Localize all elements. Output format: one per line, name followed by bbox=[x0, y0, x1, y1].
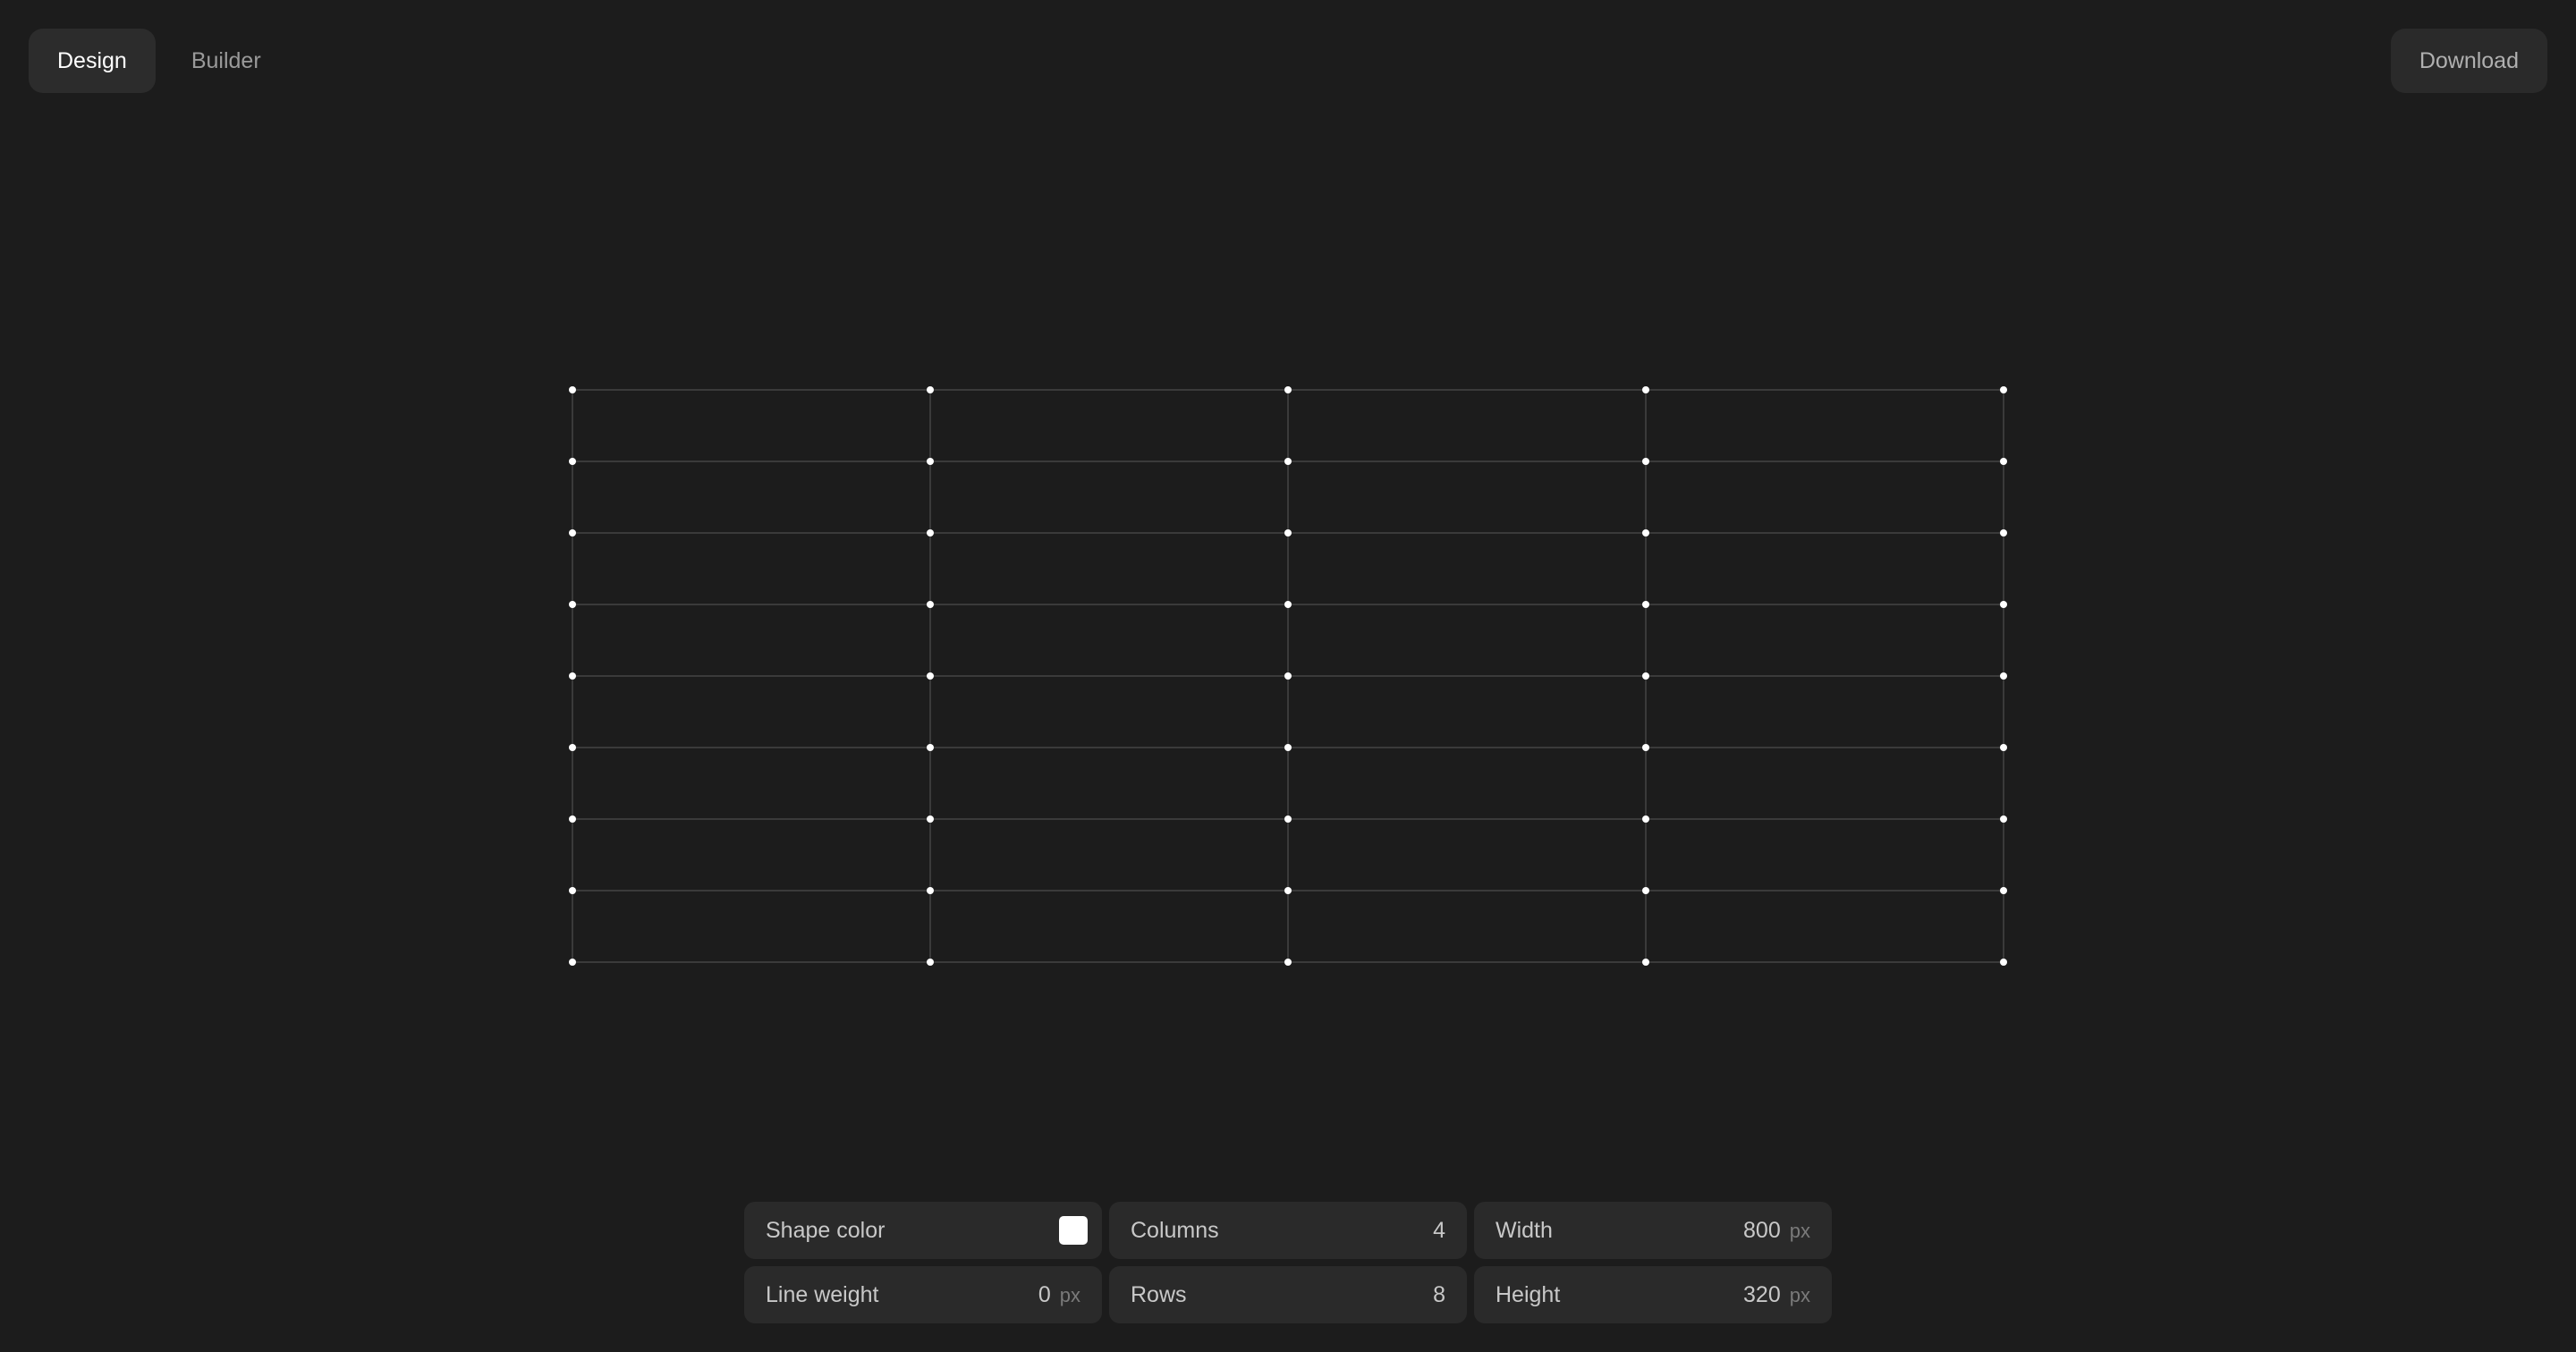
grid-node bbox=[2000, 744, 2007, 751]
grid-node bbox=[927, 815, 934, 823]
height-value[interactable]: 320 bbox=[1743, 1282, 1781, 1308]
width-label: Width bbox=[1496, 1217, 1553, 1243]
line-weight-label: Line weight bbox=[766, 1281, 879, 1307]
grid-node bbox=[2000, 601, 2007, 608]
grid-node bbox=[927, 529, 934, 537]
width-value[interactable]: 800 bbox=[1743, 1218, 1781, 1244]
rows-control[interactable]: Rows 8 bbox=[1109, 1266, 1467, 1323]
grid-node bbox=[1642, 601, 1649, 608]
app-root: Design Builder Download Shape color Colu… bbox=[0, 0, 2576, 1352]
height-value-wrap: 320 px bbox=[1743, 1282, 1810, 1308]
columns-value[interactable]: 4 bbox=[1433, 1218, 1445, 1244]
shape-color-swatch[interactable] bbox=[1059, 1216, 1088, 1245]
tab-design[interactable]: Design bbox=[29, 29, 156, 93]
grid-node bbox=[927, 887, 934, 894]
grid-node bbox=[569, 887, 576, 894]
grid-node bbox=[927, 386, 934, 393]
width-value-wrap: 800 px bbox=[1743, 1218, 1810, 1244]
grid-node bbox=[2000, 959, 2007, 966]
height-control[interactable]: Height 320 px bbox=[1474, 1266, 1832, 1323]
grid-node bbox=[569, 458, 576, 465]
grid-preview bbox=[569, 386, 2007, 966]
grid-node bbox=[1642, 386, 1649, 393]
grid-node bbox=[1642, 744, 1649, 751]
grid-node bbox=[1284, 959, 1292, 966]
line-weight-unit: px bbox=[1059, 1283, 1080, 1306]
mode-tabs: Design Builder bbox=[29, 29, 290, 93]
grid-node bbox=[927, 744, 934, 751]
grid-node bbox=[2000, 815, 2007, 823]
grid-node bbox=[1284, 744, 1292, 751]
rows-label: Rows bbox=[1131, 1281, 1187, 1307]
grid-node bbox=[927, 672, 934, 680]
rows-value-wrap: 8 bbox=[1433, 1282, 1445, 1308]
line-weight-value-wrap: 0 px bbox=[1038, 1282, 1080, 1308]
grid-node bbox=[927, 601, 934, 608]
grid-node bbox=[1284, 672, 1292, 680]
grid-node bbox=[1284, 601, 1292, 608]
grid-node bbox=[1642, 815, 1649, 823]
download-button[interactable]: Download bbox=[2390, 29, 2547, 93]
grid-node bbox=[2000, 672, 2007, 680]
shape-color-label: Shape color bbox=[766, 1217, 886, 1243]
grid-node bbox=[2000, 887, 2007, 894]
width-unit: px bbox=[1789, 1219, 1810, 1242]
grid-node bbox=[569, 815, 576, 823]
grid-node bbox=[2000, 458, 2007, 465]
grid-node bbox=[927, 959, 934, 966]
grid-node bbox=[1642, 887, 1649, 894]
grid-node bbox=[1642, 672, 1649, 680]
grid-node bbox=[1284, 815, 1292, 823]
rows-value[interactable]: 8 bbox=[1433, 1282, 1445, 1308]
height-label: Height bbox=[1496, 1281, 1561, 1307]
grid-node bbox=[2000, 386, 2007, 393]
grid-node bbox=[1284, 887, 1292, 894]
columns-label: Columns bbox=[1131, 1217, 1219, 1243]
grid-node bbox=[569, 672, 576, 680]
grid-node bbox=[2000, 529, 2007, 537]
grid-node bbox=[1642, 529, 1649, 537]
grid-node bbox=[1284, 386, 1292, 393]
grid-node bbox=[927, 458, 934, 465]
columns-control[interactable]: Columns 4 bbox=[1109, 1202, 1467, 1259]
grid-node bbox=[1642, 458, 1649, 465]
grid-node bbox=[1284, 458, 1292, 465]
tab-builder[interactable]: Builder bbox=[163, 29, 290, 93]
columns-value-wrap: 4 bbox=[1433, 1218, 1445, 1244]
width-control[interactable]: Width 800 px bbox=[1474, 1202, 1832, 1259]
grid-node bbox=[569, 529, 576, 537]
control-panel: Shape color Columns 4 Width 800 px Line … bbox=[744, 1202, 1832, 1323]
grid-node bbox=[569, 959, 576, 966]
grid-node bbox=[569, 386, 576, 393]
line-weight-value[interactable]: 0 bbox=[1038, 1282, 1051, 1308]
line-weight-control[interactable]: Line weight 0 px bbox=[744, 1266, 1102, 1323]
shape-color-control[interactable]: Shape color bbox=[744, 1202, 1102, 1259]
grid-node bbox=[569, 744, 576, 751]
grid-node bbox=[1642, 959, 1649, 966]
grid-node bbox=[1284, 529, 1292, 537]
height-unit: px bbox=[1789, 1283, 1810, 1306]
grid-node bbox=[569, 601, 576, 608]
